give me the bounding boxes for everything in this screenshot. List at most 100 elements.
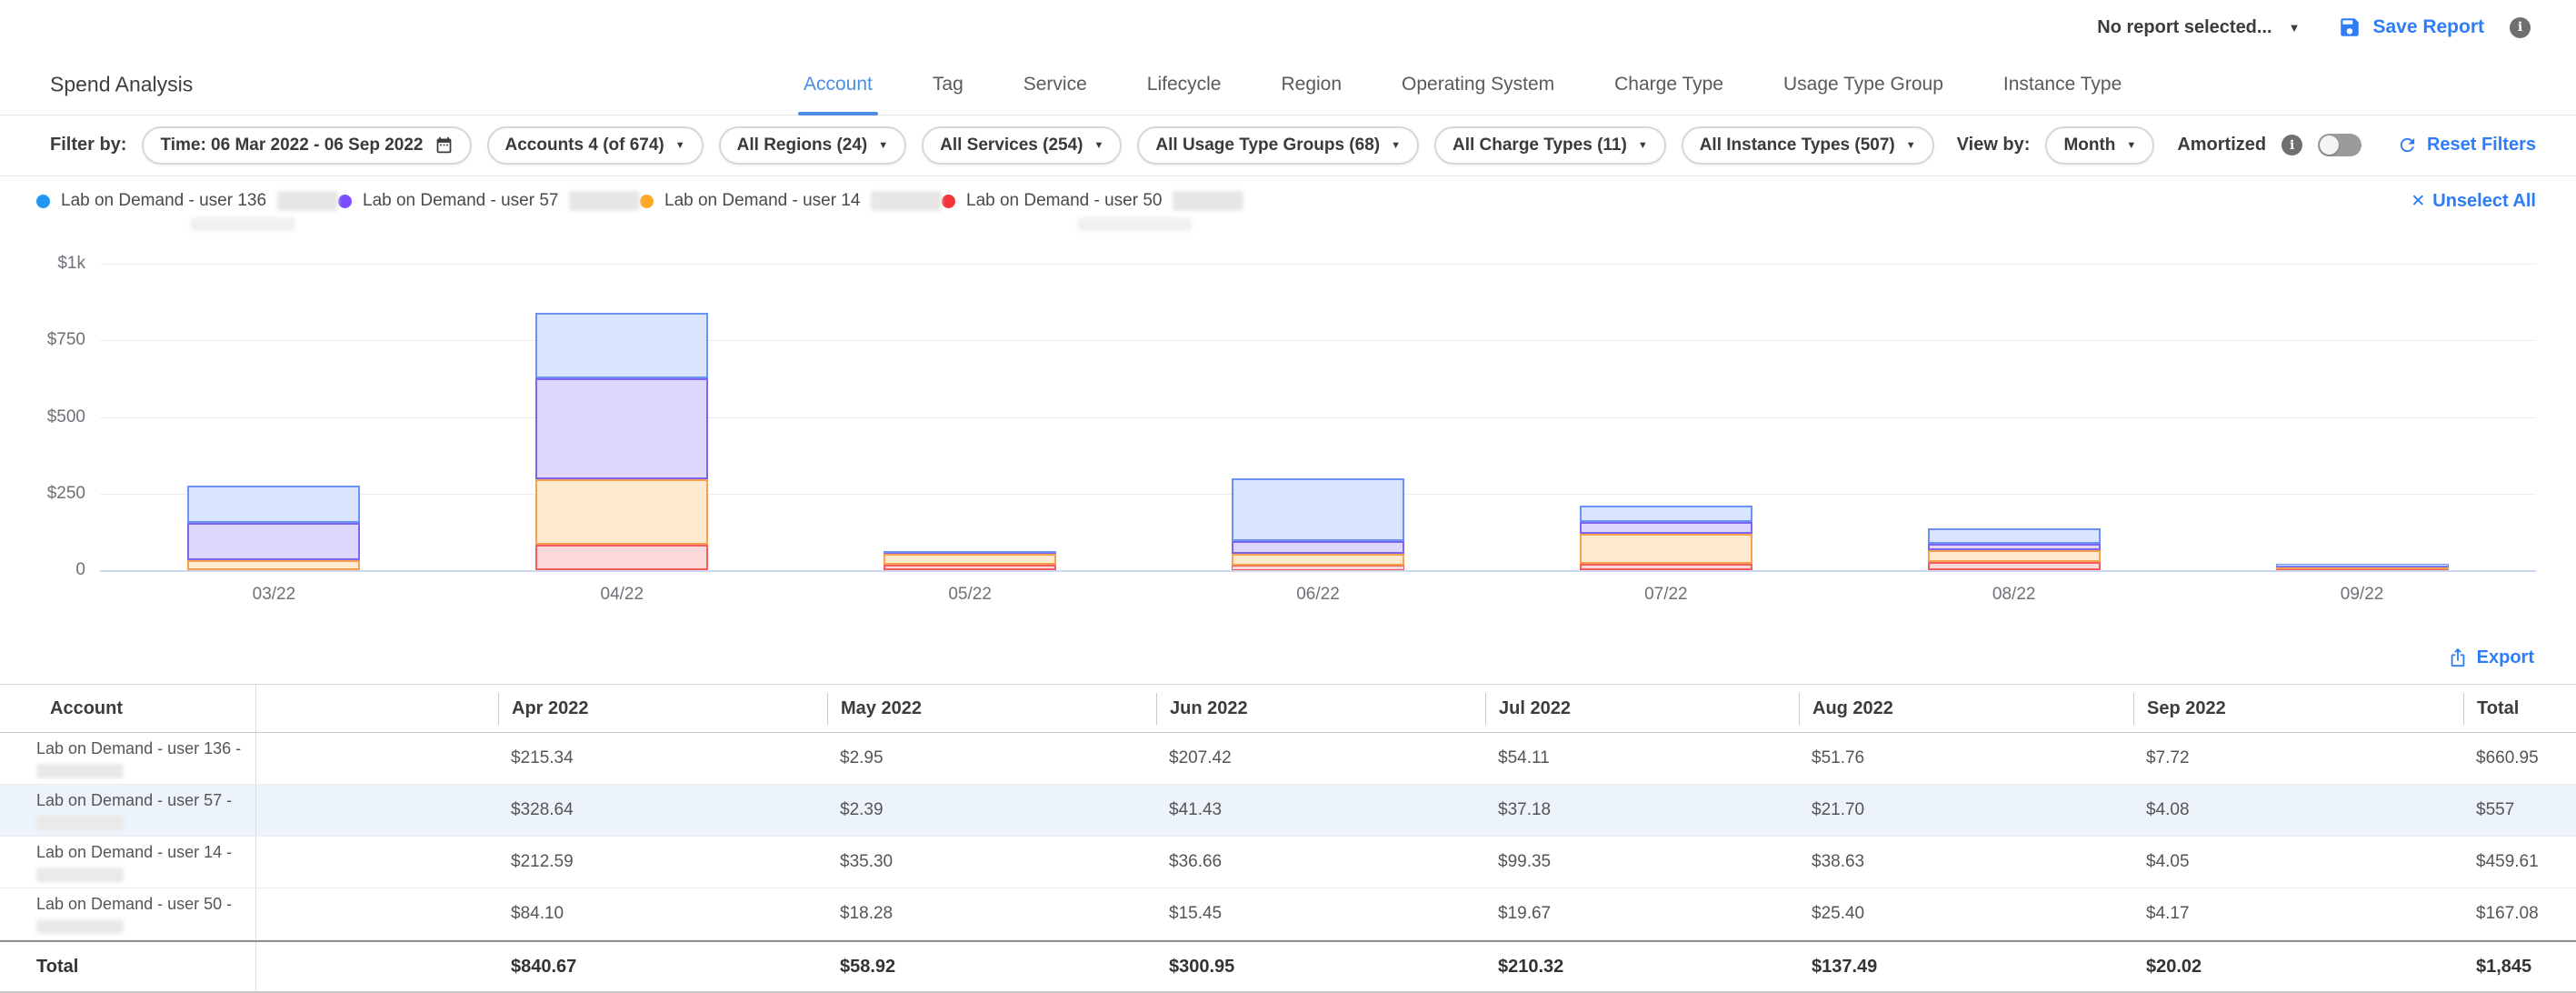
tab-region[interactable]: Region [1281, 55, 1342, 115]
bar-segment-lab-on-demand-user-136[interactable] [1232, 478, 1404, 542]
chevron-down-icon: ▼ [878, 140, 888, 151]
info-icon[interactable]: i [2510, 17, 2531, 38]
amortized-info-icon[interactable]: i [2281, 135, 2302, 155]
amortized-label: Amortized [2177, 135, 2266, 155]
tab-service[interactable]: Service [1023, 55, 1087, 115]
filter-dropdown-all-services-254-[interactable]: All Services (254)▼ [922, 126, 1122, 165]
bar-segment-lab-on-demand-user-14[interactable] [535, 479, 708, 545]
redacted-text [871, 191, 942, 211]
total-value-cell: $20.02 [2133, 957, 2463, 978]
tab-lifecycle[interactable]: Lifecycle [1147, 55, 1222, 115]
total-label: Total [36, 956, 255, 978]
value-cell: $19.67 [1485, 904, 1799, 924]
chevron-down-icon: ▼ [2289, 21, 2301, 35]
save-report-button[interactable]: Save Report [2338, 15, 2484, 39]
dimension-tabs: Account Tag Service Lifecycle Region Operatin… [804, 55, 2122, 115]
bar-segment-lab-on-demand-user-136[interactable] [2276, 564, 2449, 567]
table-row[interactable]: Lab on Demand - user 14 -$212.59$35.30$3… [0, 837, 2576, 888]
bar-segment-lab-on-demand-user-50[interactable] [1580, 564, 1752, 570]
filter-dropdown-all-usage-type-groups-68-[interactable]: All Usage Type Groups (68)▼ [1137, 126, 1419, 165]
legend-dot [942, 195, 955, 208]
x-axis-tick: 05/22 [906, 585, 1033, 605]
bar-segment-lab-on-demand-user-136[interactable] [884, 551, 1056, 553]
filter-dropdowns: Accounts 4 (of 674)▼ All Regions (24)▼ All… [487, 126, 1934, 165]
tab-charge-type[interactable]: Charge Type [1614, 55, 1723, 115]
tab-usage-type-group[interactable]: Usage Type Group [1783, 55, 1943, 115]
table-row[interactable]: Lab on Demand - user 136 -$215.34$2.95$2… [0, 733, 2576, 785]
value-cell: $459.61 [2463, 852, 2576, 872]
x-axis-tick: 03/22 [210, 585, 337, 605]
bar-segment-lab-on-demand-user-136[interactable] [1580, 506, 1752, 522]
filter-dropdown-accounts-4-of-674-[interactable]: Accounts 4 (of 674)▼ [487, 126, 704, 165]
amortized-toggle[interactable] [2318, 134, 2361, 156]
x-axis-tick: 04/22 [558, 585, 685, 605]
column-header-account: Account [0, 685, 256, 732]
chart-legend: Lab on Demand - user 136Lab on Demand - … [36, 191, 1243, 231]
view-by-dropdown[interactable]: Month ▼ [2045, 126, 2154, 165]
total-value-cell: $58.92 [827, 957, 1156, 978]
legend-line: Lab on Demand - user 14 [640, 191, 942, 211]
bar-segment-lab-on-demand-user-136[interactable] [535, 313, 708, 379]
filter-dropdown-all-regions-24-[interactable]: All Regions (24)▼ [719, 126, 906, 165]
bar-segment-lab-on-demand-user-50[interactable] [1928, 562, 2101, 570]
value-cell: $99.35 [1485, 852, 1799, 872]
table-row[interactable]: Lab on Demand - user 50 -$84.10$18.28$15… [0, 888, 2576, 940]
export-button[interactable]: Export [2448, 647, 2534, 668]
bar-segment-lab-on-demand-user-57[interactable] [187, 523, 360, 560]
bar-segment-lab-on-demand-user-14[interactable] [1232, 554, 1404, 565]
bar-segment-lab-on-demand-user-50[interactable] [884, 565, 1056, 570]
unselect-all-label: Unselect All [2432, 191, 2536, 212]
value-cell: $41.43 [1156, 800, 1485, 820]
bar-segment-lab-on-demand-user-57[interactable] [1580, 522, 1752, 534]
bar-segment-lab-on-demand-user-57[interactable] [1232, 541, 1404, 554]
unselect-all-button[interactable]: ✕ Unselect All [2411, 191, 2536, 212]
time-filter-pill[interactable]: Time: 06 Mar 2022 - 06 Sep 2022 [142, 126, 471, 165]
tab-operating-system[interactable]: Operating System [1402, 55, 1554, 115]
redacted-text [36, 816, 124, 830]
bar-segment-lab-on-demand-user-57[interactable] [1928, 544, 2101, 550]
account-name: Lab on Demand - user 57 - [36, 790, 255, 811]
save-icon [2338, 15, 2361, 39]
filter-dropdown-all-charge-types-11-[interactable]: All Charge Types (11)▼ [1434, 126, 1666, 165]
filter-bar: Filter by: Time: 06 Mar 2022 - 06 Sep 20… [0, 115, 2576, 176]
report-selector-dropdown[interactable]: No report selected... ▼ [2097, 17, 2300, 38]
value-cell: $212.59 [498, 852, 827, 872]
bar-segment-lab-on-demand-user-50[interactable] [535, 545, 708, 570]
legend-item[interactable]: Lab on Demand - user 14 [640, 191, 942, 231]
y-axis-tick: $250 [25, 484, 85, 504]
legend-item[interactable]: Lab on Demand - user 57 [338, 191, 640, 231]
bar-segment-lab-on-demand-user-14[interactable] [187, 560, 360, 570]
export-row: Export [0, 637, 2576, 678]
filter-dropdown-value: All Instance Types (507) [1700, 135, 1895, 155]
table-row[interactable]: Lab on Demand - user 57 -$328.64$2.39$41… [0, 785, 2576, 837]
redacted-text [569, 191, 640, 211]
reset-filters-button[interactable]: Reset Filters [2397, 135, 2536, 155]
tab-account[interactable]: Account [804, 55, 873, 115]
tab-tag[interactable]: Tag [933, 55, 964, 115]
value-cell: $660.95 [2463, 748, 2576, 768]
legend-item[interactable]: Lab on Demand - user 50 [942, 191, 1243, 231]
bar-segment-lab-on-demand-user-136[interactable] [1928, 528, 2101, 544]
filter-dropdown-value: All Services (254) [940, 135, 1083, 155]
tab-instance-type[interactable]: Instance Type [2003, 55, 2122, 115]
legend-item[interactable]: Lab on Demand - user 136 [36, 191, 338, 231]
total-value-cell: $1,845 [2463, 957, 2576, 978]
value-cell: $328.64 [498, 800, 827, 820]
value-cell: $21.70 [1799, 800, 2133, 820]
view-by-value: Month [2063, 135, 2115, 155]
bar-segment-lab-on-demand-user-57[interactable] [535, 378, 708, 479]
close-icon: ✕ [2411, 191, 2425, 212]
calendar-icon [434, 135, 454, 155]
column-header-jun-2022: Jun 2022 [1156, 693, 1485, 725]
bar-segment-lab-on-demand-user-14[interactable] [1580, 534, 1752, 564]
bar-segment-lab-on-demand-user-136[interactable] [187, 486, 360, 523]
bar-segment-lab-on-demand-user-14[interactable] [1928, 550, 2101, 562]
bar-segment-lab-on-demand-user-14[interactable] [884, 554, 1056, 565]
filter-dropdown-all-instance-types-507-[interactable]: All Instance Types (507)▼ [1682, 126, 1934, 165]
chevron-down-icon: ▼ [2126, 140, 2136, 151]
filter-by-label: Filter by: [50, 135, 126, 155]
report-selector-value: No report selected... [2097, 17, 2271, 38]
legend-dot [36, 195, 50, 208]
bar-segment-lab-on-demand-user-50[interactable] [1232, 566, 1404, 570]
legend-line: Lab on Demand - user 57 [338, 191, 640, 211]
